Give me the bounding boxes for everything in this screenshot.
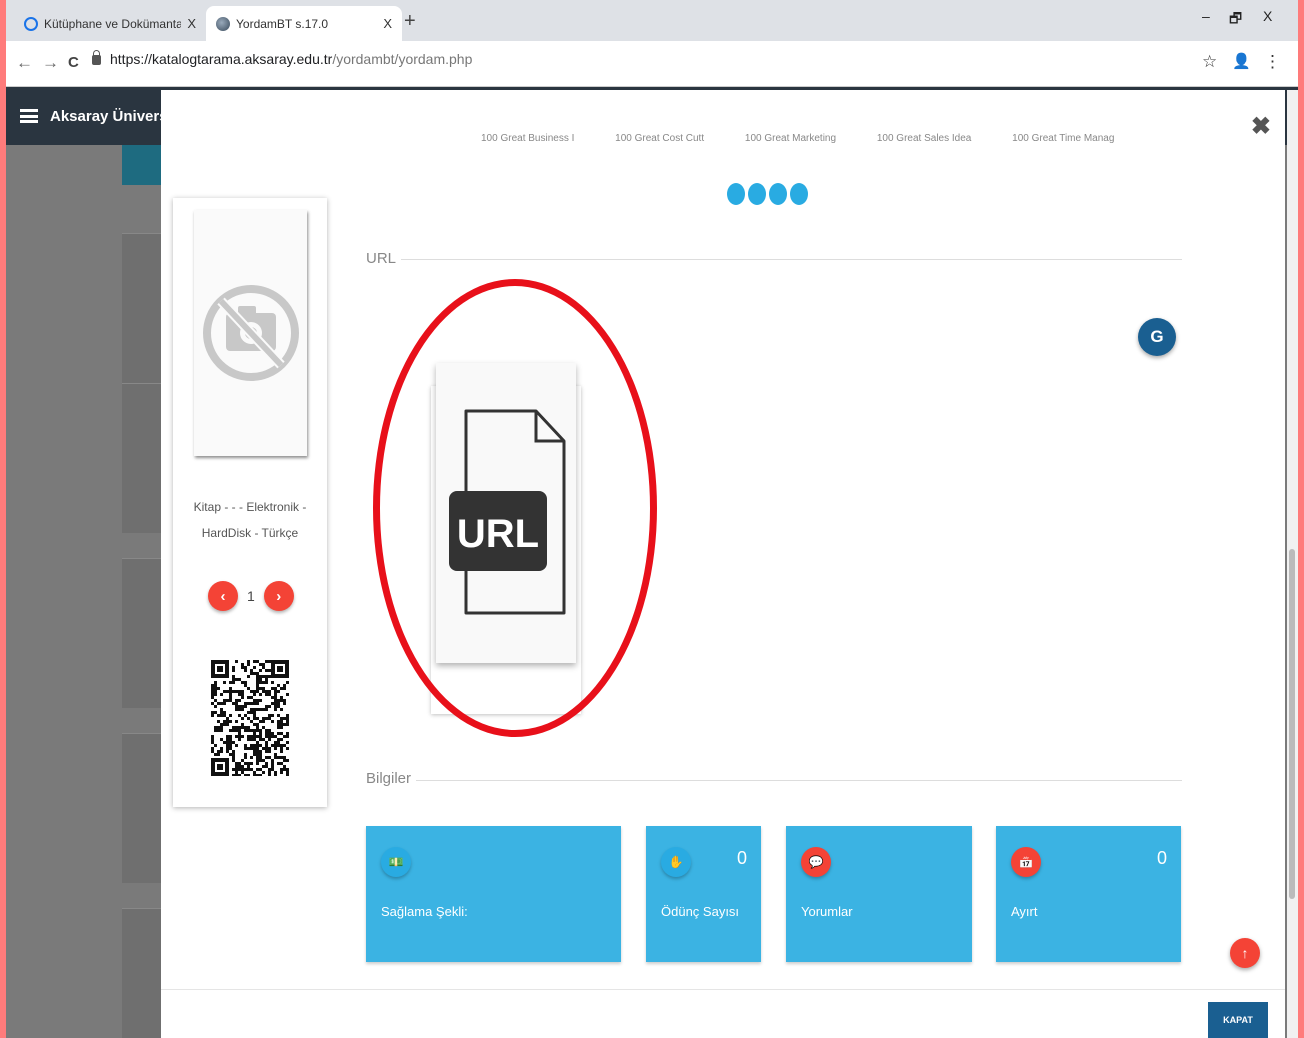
google-button[interactable]: G <box>1138 318 1176 356</box>
kapat-button[interactable]: KAPAT <box>1208 1002 1268 1038</box>
scroll-top-button[interactable]: ↑ <box>1230 938 1260 968</box>
cover-pager: ‹ 1 › <box>208 581 294 611</box>
forward-button[interactable]: → <box>42 53 59 73</box>
profile-icon[interactable]: 👤 <box>1232 52 1251 70</box>
lock-icon <box>92 50 101 65</box>
info-box-value: 0 <box>736 848 747 868</box>
url-host: https://katalogtarama.aksaray.edu.tr <box>110 51 333 67</box>
info-box-yorumlar[interactable]: 💬 Yorumlar <box>786 826 972 962</box>
hand-icon: ✋ <box>661 847 691 877</box>
tab-yordambt[interactable]: YordamBT s.17.0 X <box>206 6 402 41</box>
info-box-label: Yorumlar <box>801 904 853 919</box>
bookmark-star-icon[interactable]: ☆ <box>1202 52 1217 72</box>
page-number: 1 <box>247 588 255 604</box>
menu-icon[interactable]: ⋮ <box>1264 52 1281 72</box>
carousel-caption: 100 Great Marketing <box>744 133 837 144</box>
money-icon: 💵 <box>381 847 411 877</box>
loading-dot <box>727 183 745 205</box>
loading-dots <box>727 183 808 205</box>
item-description-line: HardDisk - Türkçe <box>201 526 299 540</box>
item-description-line: Kitap - - - Elektronik - <box>193 500 307 514</box>
carousel-caption: 100 Great Business I <box>481 133 575 144</box>
tab-kutuphane[interactable]: Kütüphane ve Dokümantasyon D X <box>14 6 206 41</box>
scrollbar-thumb[interactable] <box>1289 549 1295 899</box>
reload-button[interactable]: C <box>68 54 79 71</box>
red-annotation-circle <box>373 279 657 737</box>
carousel-caption: 100 Great Sales Idea <box>876 133 972 144</box>
calendar-icon: 📅 <box>1011 847 1041 877</box>
url-section-label: URL <box>366 250 397 267</box>
tab-title: Kütüphane ve Dokümantasyon D <box>44 16 182 31</box>
loading-dot <box>748 183 766 205</box>
section-divider <box>401 259 1182 260</box>
comments-icon: 💬 <box>801 847 831 877</box>
tab-close-icon[interactable]: X <box>187 16 196 31</box>
info-box-ayirt[interactable]: 📅 Ayırt 0 <box>996 826 1181 962</box>
new-tab-button[interactable]: + <box>404 10 416 33</box>
library-favicon-icon <box>24 16 38 31</box>
address-bar[interactable]: https://katalogtarama.aksaray.edu.tr /yo… <box>92 50 473 67</box>
item-summary-card: Kitap - - - Elektronik - HardDisk - Türk… <box>173 198 327 807</box>
qr-code-icon <box>211 660 289 776</box>
section-divider <box>416 780 1182 781</box>
address-toolbar: ← → C https://katalogtarama.aksaray.edu.… <box>6 41 1298 87</box>
carousel-captions: 100 Great Business I 100 Great Cost Cutt… <box>481 133 1152 144</box>
info-box-label: Ayırt <box>1011 904 1038 919</box>
back-button[interactable]: ← <box>16 53 33 73</box>
tab-close-icon[interactable]: X <box>383 16 392 31</box>
info-box-label: Ödünç Sayısı <box>661 904 740 919</box>
carousel-caption: 100 Great Cost Cutt <box>615 133 705 144</box>
loading-dot <box>769 183 787 205</box>
url-path: /yordambt/yordam.php <box>332 51 473 67</box>
modal-footer-divider <box>161 989 1285 990</box>
info-box-saglama: 💵 Sağlama Şekli: <box>366 826 621 962</box>
no-photo-icon <box>203 285 299 381</box>
restore-button[interactable]: 🗗 <box>1229 8 1242 32</box>
hamburger-icon[interactable] <box>20 109 38 123</box>
window-close-button[interactable]: X <box>1263 8 1272 24</box>
info-box-value: 0 <box>1156 848 1167 868</box>
prev-page-button[interactable]: ‹ <box>208 581 238 611</box>
page-scrollbar[interactable] <box>1287 90 1298 1038</box>
cover-image <box>194 210 307 456</box>
browser-window: Kütüphane ve Dokümantasyon D X YordamBT … <box>6 0 1298 1038</box>
info-box-label: Sağlama Şekli: <box>381 904 468 919</box>
globe-favicon-icon <box>216 16 230 31</box>
next-page-button[interactable]: › <box>263 581 294 611</box>
item-description: Kitap - - - Elektronik - HardDisk - Türk… <box>183 494 317 546</box>
loading-dot <box>790 183 808 205</box>
info-section-label: Bilgiler <box>366 770 412 787</box>
carousel-caption: 100 Great Time Manag <box>1012 133 1115 144</box>
info-box-odunc: ✋ Ödünç Sayısı 0 <box>646 826 761 962</box>
tab-strip: Kütüphane ve Dokümantasyon D X YordamBT … <box>6 0 1298 41</box>
record-detail-modal: ✖ 100 Great Business I 100 Great Cost Cu… <box>161 90 1285 1038</box>
minimize-button[interactable]: – <box>1202 8 1210 24</box>
tab-title: YordamBT s.17.0 <box>236 16 329 31</box>
modal-close-icon[interactable]: ✖ <box>1251 112 1271 141</box>
